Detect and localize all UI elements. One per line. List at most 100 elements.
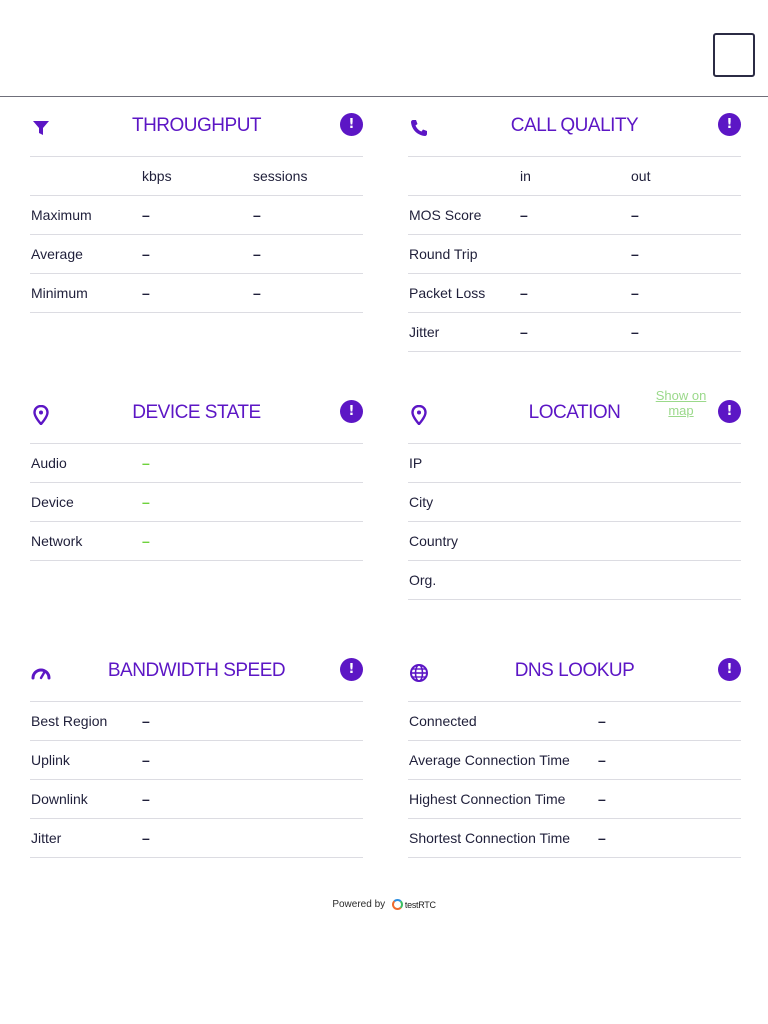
status-value: – — [142, 455, 150, 471]
call-quality-info-button[interactable]: ! — [718, 113, 741, 136]
row-value: – — [142, 207, 150, 223]
row-value: – — [142, 246, 150, 262]
device-state-info-button[interactable]: ! — [340, 400, 363, 423]
column-header: out — [631, 168, 651, 184]
location-pin-icon — [30, 404, 52, 426]
row-value: – — [253, 246, 261, 262]
row-label: City — [409, 494, 434, 510]
filter-icon — [30, 117, 52, 139]
row-label: Round Trip — [409, 246, 478, 262]
row-label: Connected — [409, 713, 477, 729]
panel-title: BANDWIDTH SPEED — [107, 660, 286, 681]
table-row: Downlink – — [30, 780, 363, 819]
table-row: Maximum – – — [30, 196, 363, 235]
table-row: Device – — [30, 483, 363, 522]
row-value: – — [631, 246, 639, 262]
panel-title: CALL QUALITY — [510, 115, 639, 136]
row-value: – — [142, 752, 150, 768]
row-value: – — [520, 285, 528, 301]
brand-logo[interactable]: testRTC — [391, 899, 436, 910]
row-label: Country — [409, 533, 459, 549]
panel-title: DEVICE STATE — [132, 402, 261, 423]
row-value: – — [598, 713, 606, 729]
row-value: – — [142, 830, 150, 846]
top-bar — [0, 0, 768, 97]
call-quality-panel: CALL QUALITY ! in out MOS Score – – Roun… — [408, 97, 741, 352]
globe-icon — [408, 662, 430, 684]
logo-ring-icon — [391, 899, 403, 910]
panel-title: THROUGHPUT — [131, 115, 262, 136]
table-row: Network – — [30, 522, 363, 561]
row-value: – — [520, 324, 528, 340]
bandwidth-info-button[interactable]: ! — [340, 658, 363, 681]
bandwidth-panel: BANDWIDTH SPEED ! Best Region – Uplink –… — [30, 642, 363, 858]
table-row: Best Region – — [30, 702, 363, 741]
device-state-header: DEVICE STATE ! — [30, 384, 363, 444]
row-label: Best Region — [31, 713, 108, 729]
table-row: Country — [408, 522, 741, 561]
device-state-panel: DEVICE STATE ! Audio – Device – Network … — [30, 384, 363, 561]
phone-icon — [408, 117, 430, 139]
table-header-row: kbps sessions — [30, 157, 363, 196]
row-label: Average Connection Time — [409, 752, 570, 768]
throughput-info-button[interactable]: ! — [340, 113, 363, 136]
table-row: Jitter – – — [408, 313, 741, 352]
table-row: Uplink – — [30, 741, 363, 780]
row-label: Average — [31, 246, 83, 262]
row-value: – — [598, 791, 606, 807]
table-row: Shortest Connection Time – — [408, 819, 741, 858]
table-row: IP — [408, 444, 741, 483]
row-label: Uplink — [31, 752, 70, 768]
table-row: MOS Score – – — [408, 196, 741, 235]
dns-lookup-header: DNS LOOKUP ! — [408, 642, 741, 702]
status-value: – — [142, 533, 150, 549]
table-row: Packet Loss – – — [408, 274, 741, 313]
row-value: – — [598, 752, 606, 768]
location-header: LOCATION Show on map ! — [408, 384, 741, 444]
row-label: MOS Score — [409, 207, 482, 223]
bandwidth-header: BANDWIDTH SPEED ! — [30, 642, 363, 702]
column-header: kbps — [142, 168, 172, 184]
row-value: – — [253, 207, 261, 223]
row-value: – — [142, 791, 150, 807]
row-label: Packet Loss — [409, 285, 486, 301]
row-label: Audio — [31, 455, 67, 471]
location-panel: LOCATION Show on map ! IP City Country O… — [408, 384, 741, 600]
throughput-panel: THROUGHPUT ! kbps sessions Maximum – – A… — [30, 97, 363, 313]
table-row: Average – – — [30, 235, 363, 274]
row-value: – — [631, 207, 639, 223]
row-label: Maximum — [31, 207, 92, 223]
row-label: Minimum — [31, 285, 88, 301]
row-label: Jitter — [409, 324, 440, 340]
row-label: Network — [31, 533, 83, 549]
row-label: Org. — [409, 572, 437, 588]
powered-by-text: Powered by — [332, 899, 386, 911]
table-row: Average Connection Time – — [408, 741, 741, 780]
column-header: in — [520, 168, 531, 184]
footer: Powered by testRTC — [0, 899, 768, 910]
table-row: Org. — [408, 561, 741, 600]
row-value: – — [520, 207, 528, 223]
row-value: – — [142, 285, 150, 301]
panel-title: DNS LOOKUP — [514, 660, 635, 681]
throughput-header: THROUGHPUT ! — [30, 97, 363, 157]
location-pin-icon — [408, 404, 430, 426]
table-row: Round Trip – — [408, 235, 741, 274]
table-row: Highest Connection Time – — [408, 780, 741, 819]
row-value: – — [631, 285, 639, 301]
row-value: – — [253, 285, 261, 301]
table-row: Audio – — [30, 444, 363, 483]
speedometer-icon — [30, 662, 52, 684]
status-value: – — [142, 494, 150, 510]
location-info-button[interactable]: ! — [718, 400, 741, 423]
table-header-row: in out — [408, 157, 741, 196]
column-header: sessions — [253, 168, 308, 184]
square-menu-icon[interactable] — [713, 33, 755, 77]
dns-info-button[interactable]: ! — [718, 658, 741, 681]
show-on-map-link[interactable]: Show on map — [651, 388, 711, 418]
row-label: Downlink — [31, 791, 88, 807]
row-value: – — [631, 324, 639, 340]
row-label: Shortest Connection Time — [409, 830, 571, 846]
table-row: Jitter – — [30, 819, 363, 858]
table-row: City — [408, 483, 741, 522]
